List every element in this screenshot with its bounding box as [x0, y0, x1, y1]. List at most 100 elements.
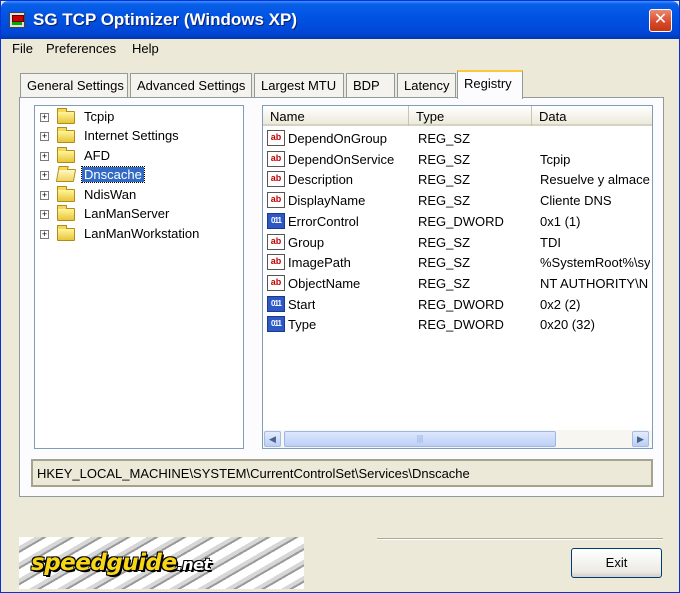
- value-name: ObjectName: [288, 275, 361, 291]
- tree-item-ndiswan[interactable]: + NdisWan: [35, 186, 235, 205]
- list-row[interactable]: ab ImagePath REG_SZ %SystemRoot%\sys: [263, 252, 652, 273]
- tree-item-lanmanworkstation[interactable]: + LanManWorkstation: [35, 225, 235, 244]
- value-name: Start: [288, 296, 316, 312]
- expand-icon[interactable]: +: [40, 113, 49, 122]
- expand-icon[interactable]: +: [40, 132, 49, 141]
- value-data: Resuelve y almace: [540, 172, 650, 188]
- tree-item-dnscache[interactable]: + Dnscache: [35, 166, 235, 185]
- value-data: 0x1 (1): [540, 213, 581, 229]
- value-data: Cliente DNS: [540, 193, 612, 209]
- string-value-icon: ab: [267, 192, 285, 209]
- value-name: DependOnService: [288, 151, 395, 167]
- list-row[interactable]: 011 Type REG_DWORD 0x20 (32): [263, 314, 652, 335]
- open-folder-icon: [55, 169, 77, 182]
- column-header-name[interactable]: Name: [263, 106, 409, 126]
- list-row[interactable]: ab Group REG_SZ TDI: [263, 232, 652, 253]
- folder-icon: [57, 205, 75, 221]
- value-data: Tcpip: [540, 151, 571, 167]
- logo-text: speedguide.net: [31, 550, 211, 576]
- tree-item-tcpip[interactable]: + Tcpip: [35, 108, 235, 127]
- speedguide-logo: speedguide.net: [19, 537, 304, 589]
- list-row[interactable]: ab ObjectName REG_SZ NT AUTHORITY\N: [263, 273, 652, 294]
- list-row[interactable]: ab DependOnService REG_SZ Tcpip: [263, 149, 652, 170]
- value-type: REG_SZ: [418, 234, 471, 250]
- app-window: SG TCP Optimizer (Windows XP) ✕ File Pre…: [0, 0, 680, 593]
- value-name: Description: [288, 172, 354, 188]
- expand-icon[interactable]: +: [40, 171, 49, 180]
- string-value-icon: ab: [267, 171, 285, 188]
- tree-item-label: LanManWorkstation: [84, 226, 200, 241]
- folder-icon: [57, 108, 75, 124]
- tree-item-label: AFD: [84, 148, 110, 163]
- value-type: REG_DWORD: [418, 317, 504, 333]
- tree-item-label: LanManServer: [84, 206, 170, 221]
- string-value-icon: ab: [267, 150, 285, 167]
- close-button[interactable]: ✕: [649, 9, 672, 32]
- menu-bar: File Preferences Help: [1, 39, 679, 59]
- logo-suffix: .net: [176, 555, 211, 574]
- registry-path: HKEY_LOCAL_MACHINE\SYSTEM\CurrentControl…: [37, 466, 470, 481]
- tree-item-label: NdisWan: [84, 187, 137, 202]
- tree-item-afd[interactable]: + AFD: [35, 147, 235, 166]
- expand-icon[interactable]: +: [40, 152, 49, 161]
- tab-largest-mtu[interactable]: Largest MTU: [254, 73, 344, 97]
- tree-item-label: Dnscache: [81, 166, 145, 183]
- string-value-icon: ab: [267, 254, 285, 271]
- dword-value-icon: 011: [267, 295, 285, 312]
- list-row[interactable]: ab DisplayName REG_SZ Cliente DNS: [263, 190, 652, 211]
- list-header: Name Type Data: [263, 106, 652, 126]
- title-bar[interactable]: SG TCP Optimizer (Windows XP) ✕: [1, 1, 679, 39]
- value-type: REG_DWORD: [418, 296, 504, 312]
- list-row[interactable]: ab DependOnGroup REG_SZ: [263, 128, 652, 149]
- scroll-right-icon[interactable]: ▶: [632, 431, 649, 447]
- logo-name: speedguide: [31, 550, 177, 576]
- pane-splitter[interactable]: [245, 105, 257, 449]
- value-data: TDI: [540, 234, 561, 250]
- folder-icon: [57, 127, 75, 143]
- menu-file[interactable]: File: [12, 41, 33, 56]
- tab-latency[interactable]: Latency: [397, 73, 456, 97]
- value-data: %SystemRoot%\sys: [540, 255, 650, 271]
- expand-icon[interactable]: +: [40, 210, 49, 219]
- window-title: SG TCP Optimizer (Windows XP): [33, 10, 297, 29]
- scroll-left-icon[interactable]: ◀: [264, 431, 281, 447]
- tab-registry[interactable]: Registry: [457, 70, 523, 99]
- horizontal-scrollbar[interactable]: ◀ ||| ▶: [263, 430, 652, 448]
- string-value-icon: ab: [267, 130, 285, 146]
- value-name: ImagePath: [288, 255, 351, 271]
- string-value-icon: ab: [267, 233, 285, 250]
- list-row[interactable]: 011 ErrorControl REG_DWORD 0x1 (1): [263, 211, 652, 232]
- registry-values-list[interactable]: Name Type Data ab DependOnGroup REG_SZ ab De…: [262, 105, 653, 449]
- expand-icon[interactable]: +: [40, 230, 49, 239]
- value-data: NT AUTHORITY\N: [540, 275, 649, 291]
- column-header-data[interactable]: Data: [532, 106, 652, 126]
- value-name: Type: [288, 317, 317, 333]
- tab-bdp[interactable]: BDP: [346, 73, 395, 97]
- tab-general-settings[interactable]: General Settings: [20, 73, 128, 97]
- menu-preferences[interactable]: Preferences: [46, 41, 116, 56]
- value-data: 0x2 (2): [540, 296, 581, 312]
- list-row[interactable]: 011 Start REG_DWORD 0x2 (2): [263, 294, 652, 315]
- tree-item-label: Tcpip: [84, 109, 115, 124]
- tree-item-lanmanserver[interactable]: + LanManServer: [35, 205, 235, 224]
- scroll-thumb[interactable]: |||: [284, 431, 556, 447]
- expand-icon[interactable]: +: [40, 191, 49, 200]
- menu-help[interactable]: Help: [132, 41, 159, 56]
- column-header-type[interactable]: Type: [409, 106, 532, 126]
- tab-advanced-settings[interactable]: Advanced Settings: [130, 73, 252, 97]
- value-type: REG_SZ: [418, 255, 471, 271]
- value-type: REG_SZ: [418, 193, 471, 209]
- value-type: REG_DWORD: [418, 213, 504, 229]
- registry-tree[interactable]: + Tcpip + Internet Settings + AFD + Dnsc…: [34, 105, 244, 449]
- value-name: ErrorControl: [288, 213, 359, 229]
- value-name: DisplayName: [288, 193, 366, 209]
- value-type: REG_SZ: [418, 151, 471, 167]
- dword-value-icon: 011: [267, 212, 285, 229]
- value-type: REG_SZ: [418, 172, 471, 188]
- app-icon: [9, 12, 25, 28]
- list-row[interactable]: ab Description REG_SZ Resuelve y almace: [263, 169, 652, 190]
- tree-item-internet-settings[interactable]: + Internet Settings: [35, 127, 235, 146]
- registry-path-box: HKEY_LOCAL_MACHINE\SYSTEM\CurrentControl…: [31, 459, 653, 487]
- folder-icon: [57, 225, 75, 241]
- exit-button[interactable]: Exit: [571, 548, 662, 578]
